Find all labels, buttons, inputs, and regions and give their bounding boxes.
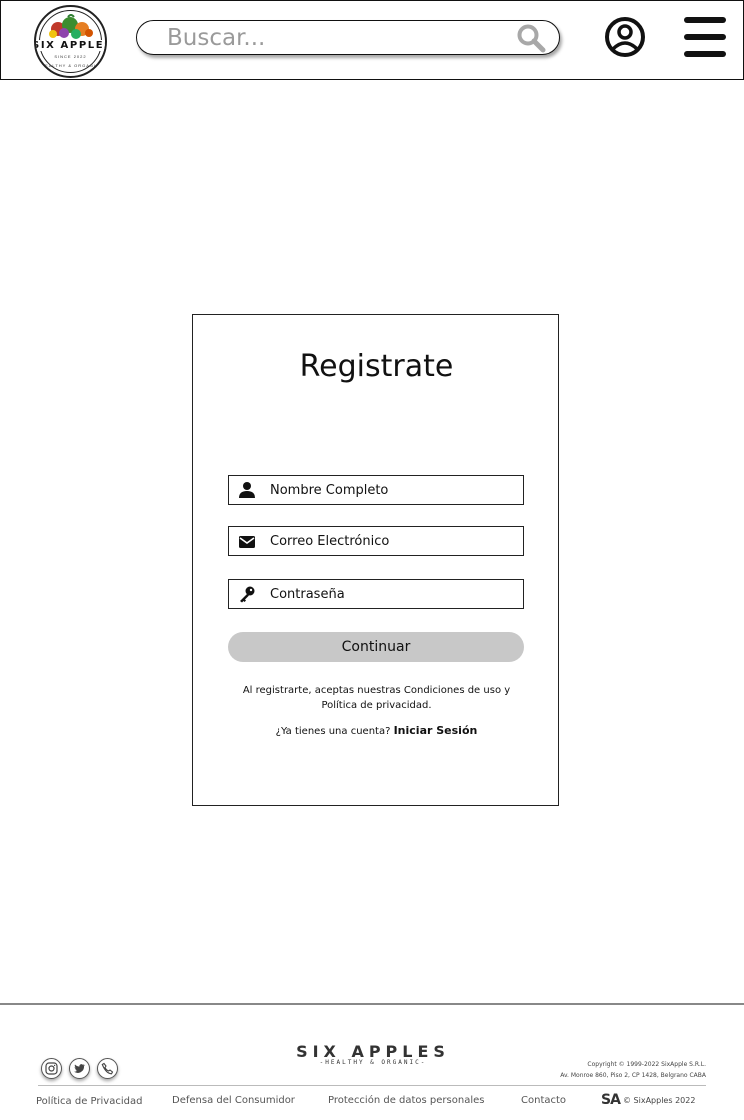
login-link[interactable]: Iniciar Sesión <box>394 724 478 737</box>
footer-divider <box>0 1003 744 1005</box>
logo-since: SINCE 2022 <box>54 54 87 59</box>
envelope-icon <box>239 536 255 548</box>
search-icon[interactable] <box>516 23 546 53</box>
consumer-defense-link[interactable]: Defensa del Consumidor <box>172 1095 295 1106</box>
copyright-block: Copyright © 1999-2022 SixApple S.R.L. Av… <box>560 1059 706 1081</box>
instagram-icon <box>45 1062 58 1075</box>
header: SIX APPLES SINCE 2022 HEALTHY & ORGANIC <box>0 0 744 80</box>
vegetables-illustration-icon <box>49 14 93 39</box>
footer-brand-tagline: -HEALTHY & ORGANIC- <box>319 1059 427 1066</box>
search-bar <box>136 20 560 55</box>
register-title: Registrate <box>299 349 454 384</box>
key-icon <box>240 586 255 603</box>
privacy-policy-link[interactable]: Política de Privacidad <box>36 1096 142 1107</box>
sa-logo: SA <box>601 1092 621 1108</box>
terms-text: Al registrarte, aceptas nuestras Condici… <box>242 685 511 711</box>
hamburger-menu-icon[interactable] <box>683 15 727 59</box>
full-name-field <box>228 475 524 505</box>
full-name-input[interactable] <box>270 479 515 501</box>
twitter-button[interactable] <box>69 1058 90 1079</box>
password-input[interactable] <box>270 583 515 605</box>
login-prompt: ¿Ya tienes una cuenta? <box>275 726 391 737</box>
continue-button[interactable]: Continuar <box>228 632 524 662</box>
contact-link[interactable]: Contacto <box>521 1095 566 1106</box>
address-line: Av. Monroe 860, Piso 2, CP 1428, Belgran… <box>560 1072 706 1079</box>
email-input[interactable] <box>270 530 515 552</box>
phone-button[interactable] <box>97 1058 118 1079</box>
instagram-button[interactable] <box>41 1058 62 1079</box>
footer-links-divider <box>38 1085 706 1086</box>
sa-copyright: © SixApples 2022 <box>623 1096 696 1105</box>
login-prompt-line: ¿Ya tienes una cuenta? Iniciar Sesión <box>193 724 560 737</box>
user-circle-icon[interactable] <box>604 16 646 58</box>
password-field <box>228 579 524 609</box>
logo-wordmark: SIX APPLES <box>36 40 105 51</box>
data-protection-link[interactable]: Protección de datos personales <box>328 1095 484 1106</box>
person-icon <box>239 482 255 498</box>
register-card: Registrate Continuar Al registrarte, ace… <box>192 314 559 806</box>
logo-tagline: HEALTHY & ORGANIC <box>41 63 100 68</box>
search-input[interactable] <box>167 25 497 51</box>
twitter-icon <box>74 1064 85 1073</box>
email-field <box>228 526 524 556</box>
phone-icon <box>101 1062 114 1075</box>
six-apples-logo[interactable]: SIX APPLES SINCE 2022 HEALTHY & ORGANIC <box>34 5 107 78</box>
copyright-line: Copyright © 1999-2022 SixApple S.R.L. <box>587 1061 706 1068</box>
